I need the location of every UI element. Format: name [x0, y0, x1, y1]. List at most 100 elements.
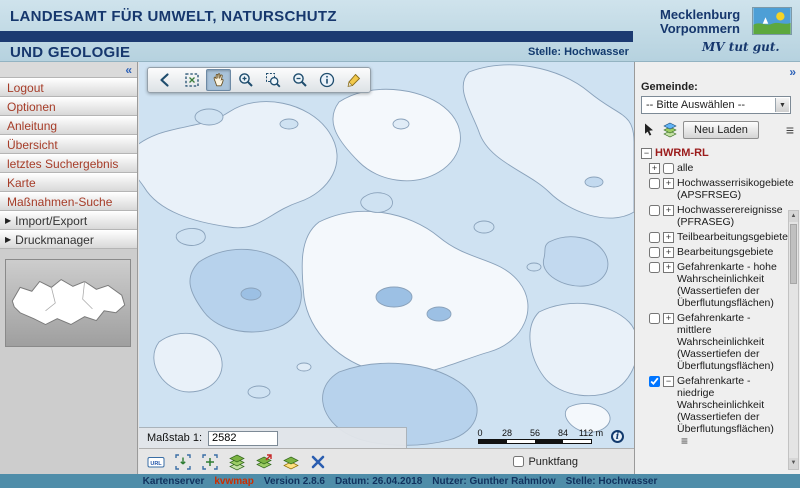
sidebar-item-karte[interactable]: Karte	[0, 173, 137, 192]
left-sidebar: « Logout Optionen Anleitung Übersicht le…	[0, 62, 138, 474]
scale-input[interactable]	[208, 431, 278, 446]
layer-stack-icon	[662, 122, 678, 138]
export-map-button[interactable]	[253, 452, 275, 472]
layer-checkbox[interactable]	[649, 232, 660, 243]
header-divider-bar	[0, 31, 633, 42]
pan-button[interactable]	[206, 69, 231, 91]
add-window-button[interactable]	[199, 452, 221, 472]
layer-row: + Teilbearbeitungsgebiete	[649, 231, 784, 243]
sidebar-item-uebersicht[interactable]: Übersicht	[0, 135, 137, 154]
footer-stelle: Stelle: Hochwasser	[566, 476, 658, 487]
footer-nutzer: Nutzer: Gunther Rahmlow	[432, 476, 555, 487]
full-extent-button[interactable]	[179, 69, 204, 91]
expand-plus-icon[interactable]: +	[663, 232, 674, 243]
footer-brand: kvwmap	[214, 476, 253, 487]
footer-version: Version 2.8.6	[264, 476, 325, 487]
zoom-in-button[interactable]	[233, 69, 258, 91]
measure-button[interactable]	[341, 69, 366, 91]
panel-menu-icon[interactable]: ≡	[786, 124, 794, 136]
layer-menu-icon[interactable]: ≡	[681, 435, 688, 447]
zoom-window-button[interactable]	[260, 69, 285, 91]
layer-label: Gefahrenkarte - mittlere Wahrscheinlichk…	[677, 312, 784, 372]
dropdown-arrow-icon: ▼	[775, 98, 789, 112]
legend-layers-button[interactable]	[280, 452, 302, 472]
url-button[interactable]: URL	[145, 452, 167, 472]
punktfang-checkbox[interactable]	[513, 456, 524, 467]
gemeinde-select[interactable]: -- Bitte Auswählen -- ▼	[641, 96, 791, 114]
collapse-left-icon: «	[125, 63, 132, 77]
expand-arrow-icon: ▶	[5, 231, 11, 249]
sidebar-group-druckmanager[interactable]: ▶ Druckmanager	[0, 230, 137, 249]
collapse-minus-icon[interactable]: −	[663, 376, 674, 387]
zoom-out-button[interactable]	[287, 69, 312, 91]
sidebar-item-optionen[interactable]: Optionen	[0, 97, 137, 116]
select-arrow-icon	[641, 122, 657, 138]
expand-plus-icon[interactable]: +	[663, 205, 674, 216]
mv-logo-icon	[752, 7, 792, 35]
expand-plus-icon[interactable]: +	[649, 163, 660, 174]
layer-label: Gefahrenkarte - hohe Wahrscheinlichkeit …	[677, 261, 784, 309]
overview-map[interactable]	[5, 259, 131, 347]
gemeinde-label: Gemeinde:	[641, 81, 796, 93]
recenter-button[interactable]	[307, 452, 329, 472]
zoom-in-icon	[237, 71, 255, 89]
scroll-down-icon[interactable]: ▼	[789, 458, 798, 469]
info-button[interactable]	[314, 69, 339, 91]
open-window-button[interactable]	[172, 452, 194, 472]
map-bottom-toolbar: URL Punktfang	[139, 448, 634, 474]
layer-label: Bearbeitungsgebiete	[677, 246, 784, 258]
expand-plus-icon[interactable]: +	[663, 262, 674, 273]
layer-checkbox[interactable]	[649, 313, 660, 324]
page-title-line1: LANDESAMT FÜR UMWELT, NATURSCHUTZ	[10, 8, 337, 25]
map-canvas[interactable]: Maßstab 1: 0 28 56 84 112 m i	[139, 62, 634, 448]
sidebar-item-letztes-suchergebnis[interactable]: letztes Suchergebnis	[0, 154, 137, 173]
layer-label: alle	[677, 162, 784, 174]
layer-checkbox[interactable]	[663, 163, 674, 174]
layer-checkbox[interactable]	[649, 205, 660, 216]
url-icon: URL	[147, 453, 165, 471]
layer-checkbox[interactable]	[649, 178, 660, 189]
sidebar-item-logout[interactable]: Logout	[0, 78, 137, 97]
layer-group-label: HWRM-RL	[655, 147, 784, 159]
layer-order-tool[interactable]	[662, 122, 678, 138]
layer-checkbox[interactable]	[649, 376, 660, 387]
app-window: LANDESAMT FÜR UMWELT, NATURSCHUTZ UND GE…	[0, 0, 800, 488]
collapse-minus-icon[interactable]: −	[641, 148, 652, 159]
expand-arrow-icon: ▶	[5, 212, 11, 230]
layer-label-wrap: Gefahrenkarte - niedrige Wahrscheinlichk…	[677, 375, 784, 447]
sidebar-group-import-export[interactable]: ▶ Import/Export	[0, 211, 137, 230]
sidebar-item-massnahmen-suche[interactable]: Maßnahmen-Suche	[0, 192, 137, 211]
layer-checkbox[interactable]	[649, 262, 660, 273]
scalebar-tick: 84	[558, 428, 568, 438]
svg-text:URL: URL	[150, 461, 162, 467]
flood-map-image	[139, 62, 634, 448]
expand-plus-icon[interactable]: +	[663, 313, 674, 324]
layer-row: + Hochwasserrisikogebiete (APSFRSEG)	[649, 177, 784, 201]
expand-plus-icon[interactable]: +	[663, 178, 674, 189]
full-extent-icon	[183, 71, 201, 89]
add-window-icon	[201, 453, 219, 471]
layer-label: Hochwasserrisikogebiete (APSFRSEG)	[677, 177, 794, 201]
sidebar-item-anleitung[interactable]: Anleitung	[0, 116, 137, 135]
back-button[interactable]	[152, 69, 177, 91]
sidebar-collapse-button[interactable]: «	[0, 62, 137, 78]
scalebar-tick: 112 m	[579, 428, 603, 438]
scalebar-tick: 28	[502, 428, 512, 438]
layer-tree-scrollbar[interactable]: ▲ ▼	[788, 210, 799, 470]
zoom-out-icon	[291, 71, 309, 89]
status-footer: Kartenserver kvwmap Version 2.8.6 Datum:…	[0, 474, 800, 488]
panel-collapse-button[interactable]: »	[789, 65, 796, 79]
punktfang-label: Punktfang	[528, 456, 578, 468]
layers-button[interactable]	[226, 452, 248, 472]
scroll-up-icon[interactable]: ▲	[789, 211, 798, 222]
scrollbar-thumb[interactable]	[790, 224, 797, 284]
select-arrow-tool[interactable]	[641, 122, 657, 138]
map-toolbar	[147, 67, 371, 93]
map-column: Maßstab 1: 0 28 56 84 112 m i	[139, 62, 634, 474]
reload-button[interactable]: Neu Laden	[683, 121, 759, 139]
layer-checkbox[interactable]	[649, 247, 660, 258]
layer-row: + Hochwasserereignisse (PFRASEG)	[649, 204, 784, 228]
map-info-icon[interactable]: i	[611, 430, 624, 443]
header: LANDESAMT FÜR UMWELT, NATURSCHUTZ UND GE…	[0, 0, 800, 62]
expand-plus-icon[interactable]: +	[663, 247, 674, 258]
